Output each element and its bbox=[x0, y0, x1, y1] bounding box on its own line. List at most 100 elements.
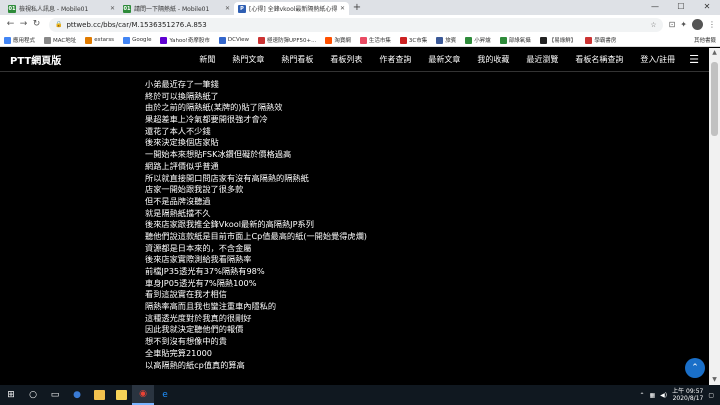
article-line: 但不是品牌沒聽過 bbox=[145, 195, 211, 206]
extensions-area: ⊡ ✦ ⋮ bbox=[669, 19, 716, 30]
taskbar-search-icon[interactable]: ○ bbox=[22, 385, 44, 405]
notification-icon[interactable]: ▢ bbox=[708, 392, 714, 399]
article-line: 店家一開始跟我說了很多款 bbox=[145, 184, 244, 195]
article-line: 想不到沒有想像中的貴 bbox=[145, 336, 227, 347]
taskbar-notes-icon[interactable] bbox=[110, 385, 132, 405]
forward-button[interactable]: → bbox=[17, 16, 30, 33]
bookmark-item[interactable]: MAC地址 bbox=[44, 36, 76, 44]
article-line: 這種透光度對於我真的很剛好 bbox=[145, 312, 252, 323]
bookmark-favicon-icon bbox=[160, 36, 168, 44]
menu-kebab-icon[interactable]: ⋮ bbox=[708, 20, 716, 29]
taskbar-ie-icon[interactable]: e bbox=[154, 385, 176, 405]
bookmark-item[interactable]: 極速防彈UPF50+... bbox=[258, 36, 316, 44]
new-tab-button[interactable]: + bbox=[351, 2, 363, 15]
ptt-nav-item[interactable]: 熱門文章 bbox=[232, 54, 264, 65]
volume-icon[interactable]: ◀) bbox=[660, 392, 667, 399]
tab-label: 檢視私人訊息 - Mobile01 bbox=[19, 6, 89, 13]
bookmark-favicon-icon bbox=[499, 36, 507, 44]
close-window-button[interactable]: ✕ bbox=[694, 0, 720, 15]
profile-avatar[interactable] bbox=[692, 19, 703, 30]
tab-close-icon[interactable]: ✕ bbox=[110, 5, 115, 12]
bookmark-item[interactable]: 部綠氧攝 bbox=[499, 36, 531, 44]
system-tray: ⌃ ▦ ◀) 上午 09:57 2020/8/17 ▢ bbox=[639, 388, 720, 402]
bookmark-favicon-icon bbox=[85, 36, 93, 44]
bookmark-item[interactable]: 淘寶網 bbox=[325, 36, 351, 44]
translate-icon[interactable]: ⊡ bbox=[669, 20, 676, 29]
back-button[interactable]: ← bbox=[4, 16, 17, 33]
maximize-button[interactable]: ☐ bbox=[668, 0, 694, 15]
bookmark-favicon-icon bbox=[359, 36, 367, 44]
bookmark-label: 部綠氧攝 bbox=[508, 38, 531, 44]
bookmark-favicon-icon bbox=[258, 36, 266, 44]
bookmark-favicon-icon bbox=[44, 36, 52, 44]
browser-tab-1[interactable]: 01 請問一下隔熱紙 - Mobile01 ✕ bbox=[119, 2, 234, 15]
page-scrollbar[interactable]: ▲ ▼ bbox=[709, 48, 720, 385]
ptt-nav-item[interactable]: 作者查詢 bbox=[379, 54, 411, 65]
article-line: 後來店家實際測給我看隔熱率 bbox=[145, 254, 252, 265]
scrollbar-thumb[interactable] bbox=[711, 62, 718, 136]
ptt-nav-item[interactable]: 熱門看板 bbox=[281, 54, 313, 65]
back-to-top-button[interactable]: ⌃ bbox=[685, 358, 705, 378]
browser-tab-0[interactable]: 01 檢視私人訊息 - Mobile01 ✕ bbox=[4, 2, 119, 15]
bookmark-item[interactable]: 3C市集 bbox=[399, 36, 428, 44]
extension-icon[interactable]: ✦ bbox=[680, 20, 687, 29]
bookmark-other[interactable]: 其他書籤 bbox=[692, 36, 716, 44]
bookmark-favicon-icon bbox=[465, 36, 473, 44]
network-icon[interactable]: ▦ bbox=[649, 392, 655, 399]
scroll-up-arrow-icon[interactable]: ▲ bbox=[709, 48, 720, 58]
window-controls: — ☐ ✕ bbox=[642, 0, 720, 15]
ptt-nav-item[interactable]: 我的收藏 bbox=[477, 54, 509, 65]
bookmark-label: DCView bbox=[227, 37, 250, 43]
bookmark-favicon-icon bbox=[218, 36, 226, 44]
bookmark-item[interactable]: 【易綠鮮】 bbox=[539, 36, 576, 44]
tab-close-icon[interactable]: ✕ bbox=[225, 5, 230, 12]
bookmarks-bar: 應用程式 MAC地址 estarss Google Yahoo!奇摩股市 DCView 極速… bbox=[0, 34, 720, 47]
bookmark-item[interactable]: estarss bbox=[85, 36, 115, 44]
article-line: 所以就直接開口問店家有沒有高隔熱的隔熱紙 bbox=[145, 172, 309, 183]
bookmark-label: 3C市集 bbox=[408, 38, 428, 44]
bookmark-favicon-icon bbox=[539, 36, 547, 44]
article-line: 果超差車上冷氣都要開很強才會冷 bbox=[145, 114, 268, 125]
hamburger-menu-icon[interactable]: ☰ bbox=[689, 53, 699, 66]
reload-button[interactable]: ↻ bbox=[30, 16, 43, 33]
browser-tab-2[interactable]: P [心得] 全鋒vkool最新隔熱紙心得 ✕ bbox=[234, 2, 349, 15]
clock-time: 上午 09:57 bbox=[672, 388, 704, 395]
taskbar-chrome-icon[interactable]: ◉ bbox=[132, 385, 154, 405]
minimize-button[interactable]: — bbox=[642, 0, 668, 15]
taskbar-taskview-icon[interactable]: ▭ bbox=[44, 385, 66, 405]
tab-close-icon[interactable]: ✕ bbox=[340, 5, 345, 12]
ptt-nav-item[interactable]: 登入/註冊 bbox=[640, 54, 675, 65]
bookmark-label: estarss bbox=[94, 37, 115, 43]
taskbar-clock[interactable]: 上午 09:57 2020/8/17 bbox=[672, 388, 703, 402]
article-line: 後來店家跟我推全鋒Vkool最新的高隔熱JP系列 bbox=[145, 219, 314, 230]
bookmark-item[interactable]: Yahoo!奇摩股市 bbox=[160, 36, 210, 44]
bookmark-label: 極速防彈UPF50+... bbox=[267, 38, 317, 44]
tray-chevron-icon[interactable]: ⌃ bbox=[639, 392, 644, 399]
favicon-icon: P bbox=[238, 4, 246, 13]
ptt-brand-link[interactable]: PTT網頁版 bbox=[10, 52, 61, 67]
bookmark-label: 淘寶網 bbox=[334, 38, 351, 44]
scroll-down-arrow-icon[interactable]: ▼ bbox=[709, 375, 720, 385]
taskbar-start-icon[interactable]: ⊞ bbox=[0, 385, 22, 405]
bookmark-item[interactable]: 應用程式 bbox=[4, 36, 35, 44]
bookmark-item[interactable]: DCView bbox=[218, 36, 250, 44]
bookmark-item[interactable]: 學霸書房 bbox=[585, 36, 616, 44]
article-line: 由於之前的隔熱紙(某牌的)貼了隔熱效 bbox=[145, 102, 283, 113]
article-line: 車身JP05透光有7%隔熱100% bbox=[145, 277, 257, 288]
address-bar-row: ← → ↻ 🔒 pttweb.cc/bbs/car/M.1536351276.A… bbox=[0, 15, 720, 34]
article-line: 後來決定換個店家貼 bbox=[145, 137, 219, 148]
taskbar-media-icon[interactable]: ● bbox=[66, 385, 88, 405]
taskbar-explorer-icon[interactable] bbox=[88, 385, 110, 405]
bookmark-star-icon[interactable]: ☆ bbox=[650, 21, 656, 29]
article-line: 小弟最近存了一筆錢 bbox=[145, 79, 219, 89]
bookmark-item[interactable]: 旅賓 bbox=[436, 36, 456, 44]
bookmark-item[interactable]: 生活市集 bbox=[359, 36, 391, 44]
bookmark-item[interactable]: Google bbox=[123, 36, 151, 44]
ptt-nav-item[interactable]: 看板列表 bbox=[330, 54, 362, 65]
url-input[interactable]: 🔒 pttweb.cc/bbs/car/M.1536351276.A.853 ☆ bbox=[49, 17, 663, 32]
ptt-nav-item[interactable]: 最新文章 bbox=[428, 54, 460, 65]
bookmark-item[interactable]: 小昇爐 bbox=[465, 36, 491, 44]
ptt-nav-item[interactable]: 最近瀏覽 bbox=[526, 54, 558, 65]
ptt-nav-item[interactable]: 新聞 bbox=[199, 54, 215, 65]
ptt-nav-item[interactable]: 看板名稱查詢 bbox=[575, 54, 623, 65]
